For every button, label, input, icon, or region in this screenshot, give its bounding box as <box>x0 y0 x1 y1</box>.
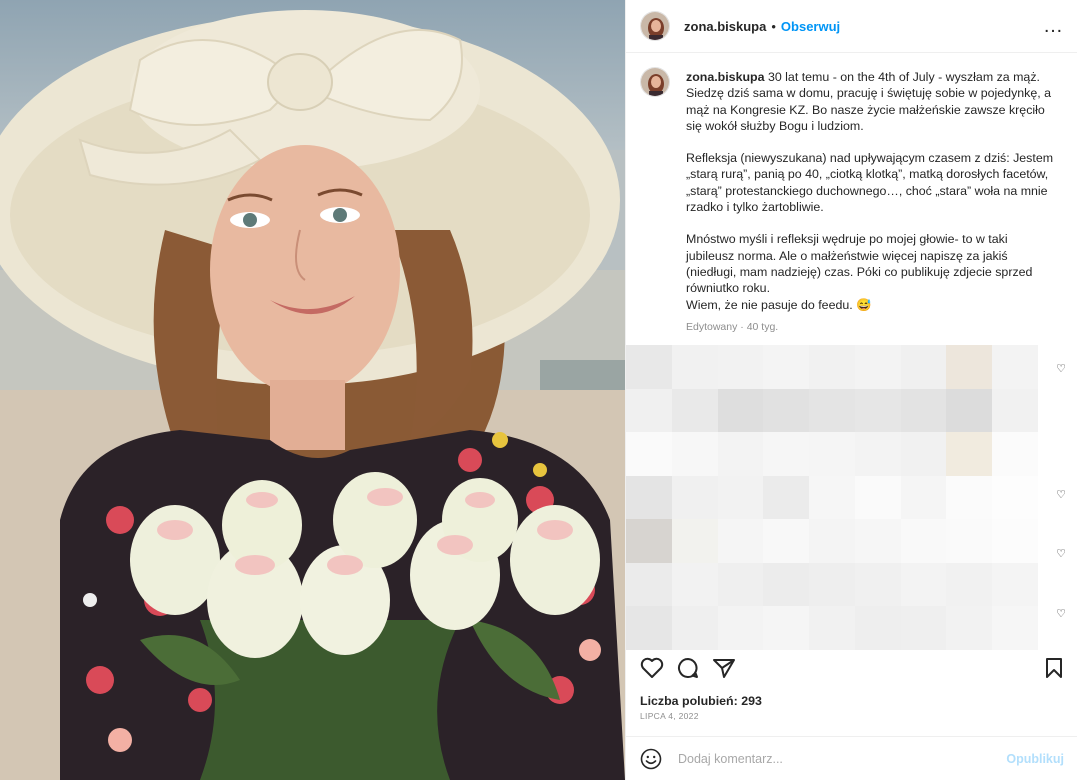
comment-like-icon[interactable]: ♡ <box>1056 547 1066 560</box>
caption-avatar[interactable] <box>640 67 670 97</box>
post-image-illustration <box>0 10 625 780</box>
follow-button[interactable]: Obserwuj <box>781 19 840 34</box>
avatar-image <box>641 12 669 40</box>
comments-section: ♡ ♡ ♡ ♡ <box>626 345 1077 650</box>
post-photo[interactable] <box>0 0 625 780</box>
comment-like-icon[interactable]: ♡ <box>1056 607 1066 620</box>
share-send-icon[interactable] <box>712 657 736 679</box>
pixelated-comments <box>626 345 1038 650</box>
separator-dot: • <box>771 18 776 34</box>
post-action-bar <box>626 650 1077 686</box>
comment-input[interactable] <box>676 750 1007 767</box>
caption-text: zona.biskupa 30 lat temu - on the 4th of… <box>686 69 1058 313</box>
avatar[interactable] <box>640 11 670 41</box>
likes-count[interactable]: Liczba polubień: 293 <box>640 694 762 708</box>
post-author-username[interactable]: zona.biskupa <box>684 19 766 34</box>
emoji-icon[interactable] <box>640 748 662 770</box>
caption-body: zona.biskupa 30 lat temu - on the 4th of… <box>686 69 1058 333</box>
caption-paragraph-4: Wiem, że nie pasuje do feedu. 😅 <box>686 297 872 312</box>
publish-comment-button[interactable]: Opublikuj <box>1006 752 1064 766</box>
comment-like-icon[interactable]: ♡ <box>1056 488 1066 501</box>
comment-like-icon[interactable]: ♡ <box>1056 362 1066 375</box>
caption-edited-meta: Edytowany · 40 tyg. <box>686 320 779 333</box>
add-comment-bar: Opublikuj <box>626 736 1077 780</box>
comment-bubble-icon[interactable] <box>676 657 700 679</box>
post-header: zona.biskupa • Obserwuj … <box>626 0 1077 53</box>
post-date[interactable]: LIPCA 4, 2022 <box>640 711 699 721</box>
caption-paragraph-2: Refleksja (niewyszukana) nad upływającym… <box>686 151 1054 215</box>
caption-paragraph-3: Mnóstwo myśli i refleksji wędruje po moj… <box>686 232 1033 296</box>
caption-avatar-image <box>641 68 669 96</box>
post-caption: zona.biskupa 30 lat temu - on the 4th of… <box>626 53 1077 333</box>
like-heart-icon[interactable] <box>640 657 664 679</box>
post-detail-panel: zona.biskupa • Obserwuj … zona.biskupa 3… <box>625 0 1077 780</box>
caption-username[interactable]: zona.biskupa <box>686 70 765 84</box>
save-bookmark-icon[interactable] <box>1044 657 1064 679</box>
more-options-icon[interactable]: … <box>1043 15 1064 38</box>
